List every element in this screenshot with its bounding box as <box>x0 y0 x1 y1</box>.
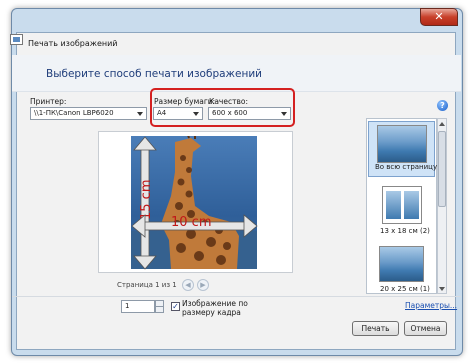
layout-thumbnail-13x18[interactable] <box>382 186 422 224</box>
next-page-button[interactable]: ▶ <box>197 279 209 291</box>
divider <box>12 296 461 297</box>
layout-thumbnail-20x25[interactable] <box>379 246 424 282</box>
help-icon[interactable]: ? <box>437 100 448 111</box>
layout-label-13x18: 13 x 18 см (2) <box>380 227 430 235</box>
layout-label-20x25: 20 x 25 см (1) <box>380 285 430 293</box>
printer-label: Принтер: <box>30 97 67 106</box>
layout-thumbnail-full-page[interactable] <box>377 125 427 163</box>
print-app-icon <box>10 34 23 45</box>
page-heading: Выберите способ печати изображений <box>46 68 262 80</box>
fit-to-frame-checkbox[interactable]: ✓ <box>171 302 180 311</box>
page-status: Страница 1 из 1 <box>117 281 177 289</box>
copies-input[interactable]: 1 <box>121 300 155 313</box>
scrollbar-thumb[interactable] <box>438 131 446 207</box>
fit-to-frame-label-line1: Изображение по <box>182 299 248 308</box>
print-button[interactable]: Печать <box>352 321 399 336</box>
scroll-down-icon[interactable] <box>439 287 445 291</box>
window-title: Печать изображений <box>28 39 118 48</box>
chevron-down-icon <box>137 112 143 116</box>
cancel-button[interactable]: Отмена <box>404 321 447 336</box>
previous-page-button[interactable]: ◀ <box>182 279 194 291</box>
fit-to-frame-label-line2: размеру кадра <box>182 308 241 317</box>
printer-select[interactable]: \\1-ПК\Canon LBP6020 <box>30 107 147 120</box>
printer-select-value: \\1-ПК\Canon LBP6020 <box>34 109 114 117</box>
horizontal-dimension-label: 10 cm <box>171 215 212 230</box>
highlight-box <box>150 88 295 127</box>
options-link[interactable]: Параметры... <box>405 301 457 310</box>
layout-label-full-page: Во всю страницу <box>375 163 438 171</box>
scroll-up-icon[interactable] <box>439 122 445 126</box>
copies-decrement-button[interactable] <box>155 306 164 313</box>
close-button[interactable]: ✕ <box>420 8 458 26</box>
